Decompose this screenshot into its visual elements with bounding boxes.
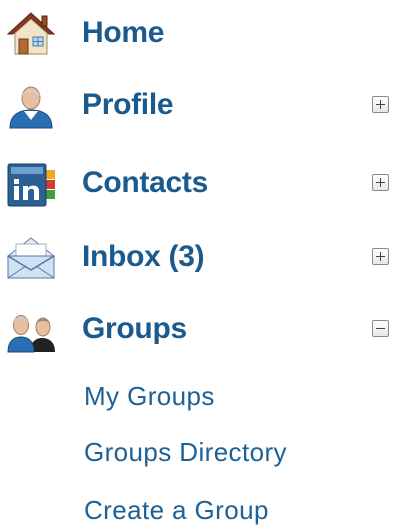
nav-item-inbox[interactable]: Inbox (3) — [0, 228, 406, 288]
profile-icon — [6, 82, 56, 132]
expand-inbox-button[interactable] — [372, 248, 389, 265]
collapse-groups-button[interactable] — [372, 320, 389, 337]
nav-item-profile[interactable]: Profile — [0, 76, 406, 136]
sidebar-nav: Home Profile Contacts Inbox (3) Groups M… — [0, 0, 406, 532]
groups-icon — [6, 306, 56, 356]
expand-contacts-button[interactable] — [372, 174, 389, 191]
contacts-icon — [6, 160, 56, 210]
nav-label-inbox: Inbox (3) — [82, 240, 205, 273]
sub-item-create-a-group[interactable]: Create a Group — [84, 495, 269, 526]
home-icon — [6, 10, 56, 60]
nav-item-home[interactable]: Home — [0, 4, 406, 64]
sub-item-groups-directory[interactable]: Groups Directory — [84, 437, 287, 468]
nav-label-groups: Groups — [82, 312, 187, 345]
expand-profile-button[interactable] — [372, 96, 389, 113]
minus-icon — [376, 328, 385, 329]
nav-label-profile: Profile — [82, 88, 174, 121]
nav-label-contacts: Contacts — [82, 166, 208, 199]
inbox-icon — [6, 234, 56, 284]
nav-label-home: Home — [82, 16, 165, 49]
sub-item-my-groups[interactable]: My Groups — [84, 381, 215, 412]
nav-item-contacts[interactable]: Contacts — [0, 154, 406, 214]
nav-item-groups[interactable]: Groups — [0, 300, 406, 360]
